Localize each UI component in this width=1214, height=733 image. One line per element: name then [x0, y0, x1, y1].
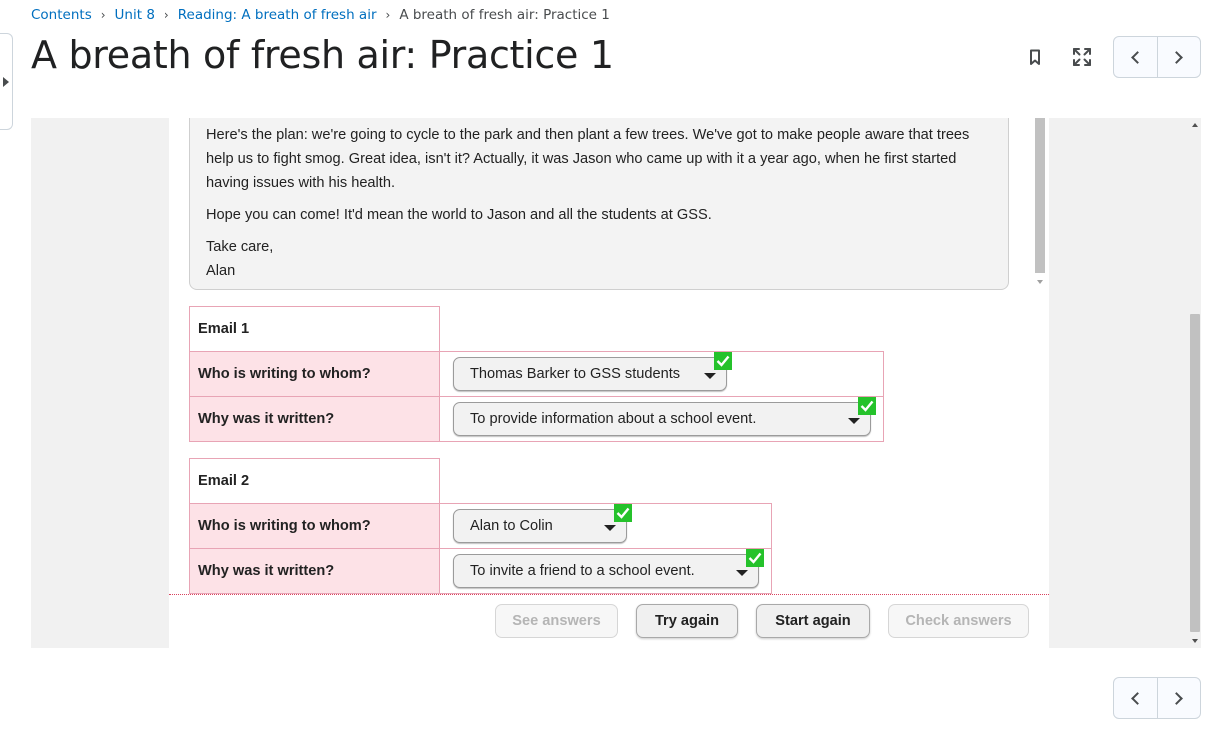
chevron-right-icon — [1170, 50, 1184, 64]
email-1-who-label: Who is writing to whom? — [189, 351, 440, 397]
chevron-left-icon — [1130, 50, 1144, 64]
fullscreen-icon — [1073, 48, 1091, 66]
activity-viewer: Here's the plan: we're going to cycle to… — [31, 118, 1201, 648]
breadcrumb-link-reading[interactable]: Reading: A breath of fresh air — [178, 7, 377, 23]
bookmark-icon — [1030, 49, 1040, 65]
email-2-why-label: Why was it written? — [189, 548, 440, 594]
next-page-button[interactable] — [1156, 37, 1201, 77]
breadcrumb-separator-icon: › — [163, 8, 169, 22]
letter-scrollbar[interactable] — [1033, 118, 1047, 290]
top-navigation — [1113, 36, 1201, 78]
email-1-why-label: Why was it written? — [189, 396, 440, 442]
email-1-who-dropdown[interactable]: Thomas Barker to GSS students — [453, 357, 727, 391]
try-again-button[interactable]: Try again — [636, 604, 738, 638]
breadcrumb-separator-icon: › — [385, 8, 391, 22]
viewer-scrollbar[interactable] — [1189, 118, 1201, 648]
dropdown-selected-value: Alan to Colin — [470, 518, 553, 534]
email-2-why-dropdown[interactable]: To invite a friend to a school event. — [453, 554, 759, 588]
section-divider — [169, 594, 1049, 595]
dropdown-selected-value: To provide information about a school ev… — [470, 411, 757, 427]
correct-check-icon — [746, 549, 764, 567]
previous-page-button[interactable] — [1114, 37, 1157, 77]
activity-content: Here's the plan: we're going to cycle to… — [169, 118, 1049, 648]
fullscreen-button[interactable] — [1067, 42, 1097, 72]
dropdown-arrow-icon — [736, 570, 748, 576]
side-panel-toggle[interactable] — [0, 33, 13, 130]
correct-check-icon — [858, 397, 876, 415]
email-1-heading: Email 1 — [189, 306, 440, 352]
dropdown-selected-value: Thomas Barker to GSS students — [470, 366, 681, 382]
correct-check-icon — [614, 504, 632, 522]
see-answers-button[interactable]: See answers — [495, 604, 618, 638]
letter-signature: Alan — [206, 263, 236, 279]
check-answers-button[interactable]: Check answers — [888, 604, 1029, 638]
dropdown-arrow-icon — [604, 525, 616, 531]
email-2-who-label: Who is writing to whom? — [189, 503, 440, 549]
scroll-down-arrow-icon[interactable] — [1037, 280, 1043, 284]
breadcrumb-link-unit[interactable]: Unit 8 — [115, 7, 155, 23]
letter-paragraph: Here's the plan: we're going to cycle to… — [206, 127, 970, 191]
bottom-navigation — [1113, 677, 1201, 719]
chevron-left-icon — [1130, 691, 1144, 705]
email-1-why-dropdown[interactable]: To provide information about a school ev… — [453, 402, 871, 436]
dropdown-arrow-icon — [704, 373, 716, 379]
chevron-right-icon — [1170, 691, 1184, 705]
expand-arrow-icon — [3, 77, 9, 87]
breadcrumb: Contents › Unit 8 › Reading: A breath of… — [31, 5, 610, 25]
correct-check-icon — [714, 352, 732, 370]
next-page-button[interactable] — [1156, 678, 1201, 718]
email-letter: Here's the plan: we're going to cycle to… — [189, 118, 1009, 290]
email-2-who-dropdown[interactable]: Alan to Colin — [453, 509, 627, 543]
dropdown-arrow-icon — [848, 418, 860, 424]
letter-closing: Take care, — [206, 239, 274, 255]
breadcrumb-current: A breath of fresh air: Practice 1 — [399, 7, 610, 23]
previous-page-button[interactable] — [1114, 678, 1157, 718]
scroll-down-arrow-icon[interactable] — [1192, 639, 1198, 643]
email-2-heading: Email 2 — [189, 458, 440, 504]
breadcrumb-link-contents[interactable]: Contents — [31, 7, 92, 23]
viewer-scroll-thumb[interactable] — [1190, 314, 1200, 632]
letter-paragraph: Hope you can come! It'd mean the world t… — [206, 207, 712, 223]
bookmark-button[interactable] — [1020, 42, 1050, 72]
letter-scroll-thumb[interactable] — [1035, 118, 1045, 273]
dropdown-selected-value: To invite a friend to a school event. — [470, 563, 695, 579]
breadcrumb-separator-icon: › — [100, 8, 106, 22]
start-again-button[interactable]: Start again — [756, 604, 870, 638]
scroll-up-arrow-icon[interactable] — [1192, 123, 1198, 127]
page-title: A breath of fresh air: Practice 1 — [31, 33, 614, 77]
